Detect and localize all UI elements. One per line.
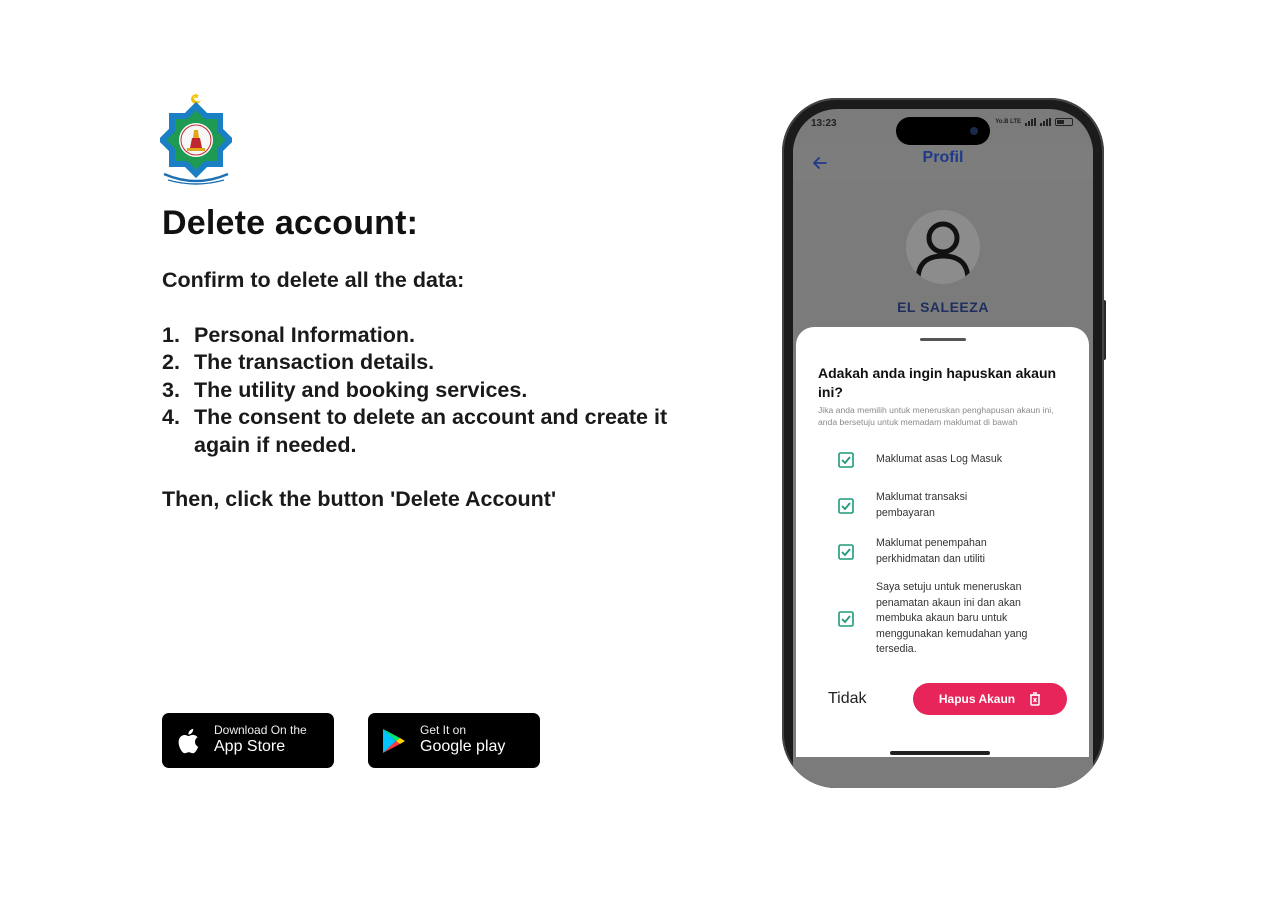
trash-icon [1030, 692, 1041, 706]
app-store-small-label: Download On the [214, 723, 307, 738]
phone-screen: 13:23 Yo.B LTE Profil EL SALEEZA Adakah … [793, 109, 1093, 788]
list-item: 2. The transaction details. [162, 349, 722, 377]
sheet-description: Jika anda memilih untuk meneruskan pengh… [818, 405, 1054, 427]
google-play-button[interactable]: Get It on Google play [368, 713, 540, 768]
check-item-bookings[interactable]: Maklumat penempahan perkhidmatan dan uti… [838, 536, 1068, 567]
check-item-transactions[interactable]: Maklumat transaksi pembayaran [838, 490, 1068, 521]
checkbox-checked-icon[interactable] [838, 497, 854, 514]
list-item: 4. The consent to delete an account and c… [162, 404, 722, 459]
avatar [906, 210, 980, 284]
instructions: Confirm to delete all the data: 1. Person… [162, 267, 722, 514]
list-item: 1. Personal Information. [162, 322, 722, 350]
list-item-text: The transaction details. [194, 350, 435, 374]
app-title: Profil [922, 149, 964, 166]
list-item-number: 1. [162, 322, 180, 347]
network-label: Yo.B LTE [995, 119, 1021, 125]
data-list: 1. Personal Information. 2. The transactio… [162, 322, 722, 460]
check-label: Maklumat asas Log Masuk [876, 453, 1003, 466]
instructions-final: Then, click the button 'Delete Account' [162, 487, 557, 511]
status-time: 13:23 [811, 118, 837, 129]
emblem-icon [157, 92, 235, 185]
apple-icon [162, 713, 214, 768]
signal-2-icon [1040, 118, 1051, 126]
check-item-consent[interactable]: Saya setuju untuk meneruskan penamatan a… [838, 580, 1068, 658]
sheet-title: Adakah anda ingin hapuskan akaun ini? [818, 365, 1057, 400]
instructions-intro: Confirm to delete all the data: [162, 268, 465, 292]
user-icon [915, 221, 971, 281]
delete-account-label: Hapus Akaun [938, 692, 1016, 706]
check-item-login[interactable]: Maklumat asas Log Masuk [838, 452, 1068, 468]
battery-icon [1055, 118, 1073, 126]
app-store-label: App Store [214, 738, 286, 756]
profile-username: EL SALEEZA [897, 299, 989, 315]
google-play-icon [368, 713, 420, 768]
home-indicator [890, 751, 990, 755]
google-play-label: Google play [420, 738, 506, 756]
checkbox-checked-icon[interactable] [838, 610, 854, 627]
list-item-number: 3. [162, 377, 180, 402]
delete-account-sheet: Adakah anda ingin hapuskan akaun ini? Ji… [796, 327, 1089, 757]
list-item-number: 4. [162, 405, 180, 429]
checkbox-checked-icon[interactable] [838, 543, 854, 560]
app-store-button[interactable]: Download On the App Store [162, 713, 334, 768]
signal-icon [1025, 118, 1036, 126]
delete-account-button[interactable]: Hapus Akaun [913, 683, 1067, 715]
page-title: Delete account: [162, 204, 419, 242]
check-label: Maklumat transaksi pembayaran [876, 491, 968, 519]
list-item-number: 2. [162, 350, 180, 374]
list-item-text: The utility and booking services. [194, 377, 528, 402]
list-item-text: The consent to delete an account and cre… [194, 405, 668, 457]
cancel-button[interactable]: Tidak [828, 690, 867, 708]
phone-mockup: 13:23 Yo.B LTE Profil EL SALEEZA Adakah … [782, 98, 1104, 788]
dynamic-island [896, 117, 990, 145]
app-header: Profil [793, 145, 1093, 181]
check-label: Maklumat penempahan perkhidmatan dan uti… [876, 537, 987, 565]
check-label: Saya setuju untuk meneruskan penamatan a… [876, 581, 1028, 655]
list-item: 3. The utility and booking services. [162, 377, 722, 405]
list-item-text: Personal Information. [194, 322, 416, 347]
sheet-handle[interactable] [920, 338, 966, 341]
status-icons: Yo.B LTE [995, 118, 1073, 126]
organization-logo [157, 92, 235, 192]
checkbox-checked-icon[interactable] [838, 452, 854, 468]
google-play-small-label: Get It on [420, 723, 467, 738]
